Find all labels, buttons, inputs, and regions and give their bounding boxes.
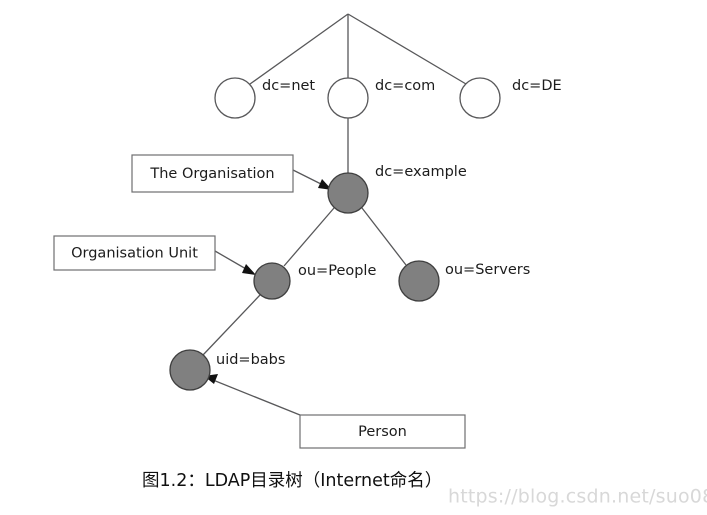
arrowhead-organisation-unit <box>242 264 256 275</box>
annotation-the-organisation[interactable]: The Organisation <box>131 154 294 193</box>
node-ou-people[interactable] <box>253 262 291 300</box>
node-label-uid-babs: uid=babs <box>216 352 285 368</box>
node-dc-de[interactable] <box>459 77 501 119</box>
ldap-directory-tree-figure: dc=net dc=com dc=DE dc=example ou=People… <box>0 0 707 515</box>
node-dc-example[interactable] <box>327 172 369 214</box>
annotation-organisation-unit[interactable]: Organisation Unit <box>53 235 216 271</box>
tree-nodes <box>169 77 501 391</box>
node-ou-servers[interactable] <box>398 260 440 302</box>
node-uid-babs[interactable] <box>169 349 211 391</box>
connector-person <box>207 377 301 416</box>
node-label-dc-com: dc=com <box>375 78 435 94</box>
figure-caption: 图1.2：LDAP目录树（Internet命名） <box>142 471 442 491</box>
node-label-dc-de: dc=DE <box>512 78 562 94</box>
annotation-label-person: Person <box>358 424 407 440</box>
edge-root-to-dc-net <box>249 13 349 85</box>
node-label-ou-people: ou=People <box>298 263 376 279</box>
edge-ou-people-to-uid-babs <box>202 294 261 356</box>
annotation-label-the-organisation: The Organisation <box>149 166 274 182</box>
edge-dc-example-to-ou-people <box>283 207 335 267</box>
annotation-person[interactable]: Person <box>299 414 466 449</box>
node-dc-net[interactable] <box>214 77 256 119</box>
node-labels: dc=net dc=com dc=DE dc=example ou=People… <box>216 78 562 368</box>
node-label-dc-net: dc=net <box>262 78 315 94</box>
edge-dc-example-to-ou-servers <box>361 207 407 266</box>
edge-root-to-dc-de <box>347 13 467 85</box>
annotation-label-organisation-unit: Organisation Unit <box>71 246 198 262</box>
node-label-ou-servers: ou=Servers <box>445 262 530 278</box>
node-label-dc-example: dc=example <box>375 164 467 180</box>
watermark: https://blog.csdn.net/suo082407128 <box>448 486 707 508</box>
node-dc-com[interactable] <box>327 77 369 119</box>
diagram-canvas: dc=net dc=com dc=DE dc=example ou=People… <box>53 13 707 508</box>
